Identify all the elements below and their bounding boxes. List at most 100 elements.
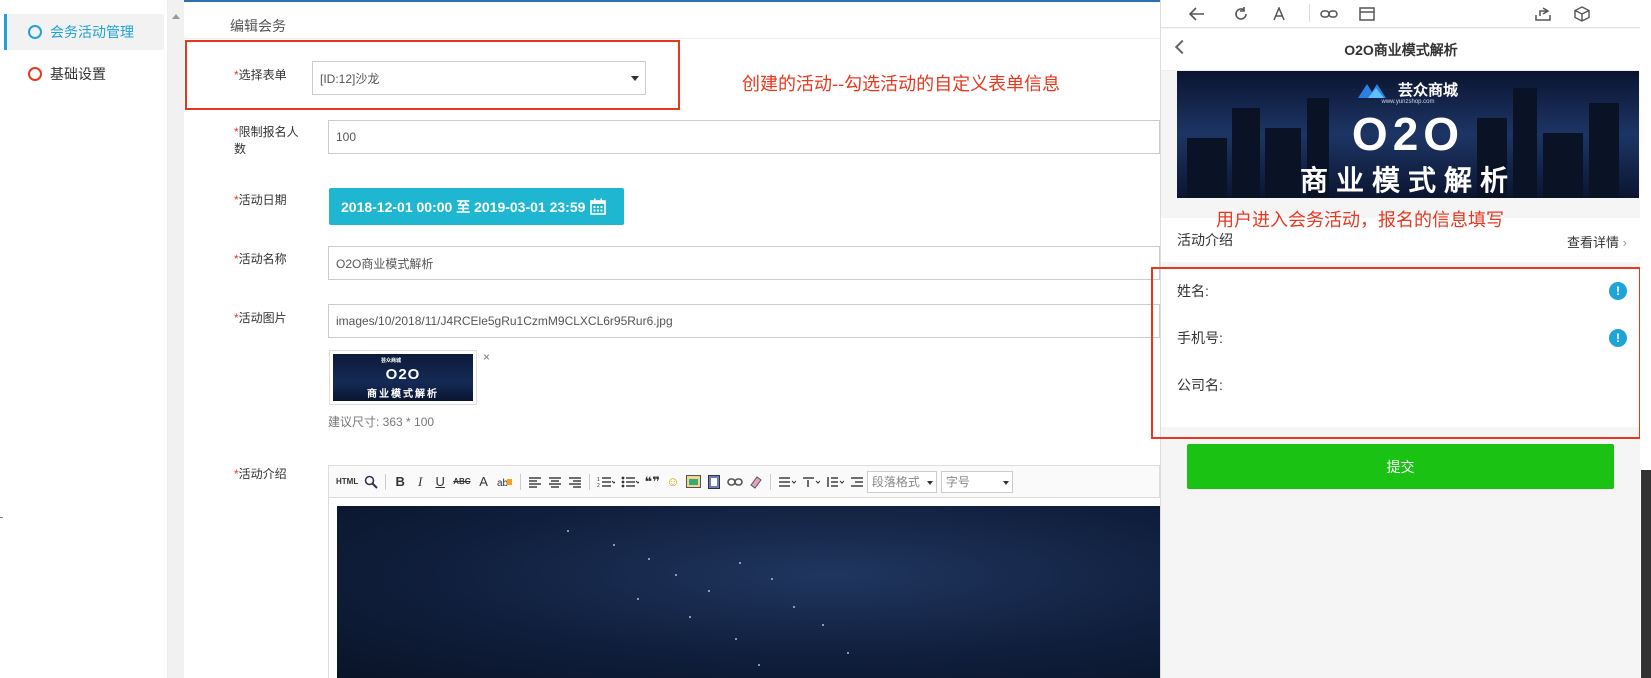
banner-url: www.yunzshop.com xyxy=(1381,99,1435,105)
highlight-box-form-select xyxy=(185,40,680,110)
paragraph-format-select[interactable]: 段落格式 xyxy=(866,470,937,493)
light-dot xyxy=(675,574,677,576)
divider xyxy=(0,517,3,518)
image-size-hint: 建议尺寸: 363 * 100 xyxy=(328,415,435,429)
sidebar-scrollbar[interactable] xyxy=(168,0,184,678)
calendar-icon xyxy=(590,198,607,215)
share-icon[interactable] xyxy=(1531,2,1555,26)
bold-button[interactable]: B xyxy=(390,472,410,492)
thumb-logo-text: 芸众商城 xyxy=(381,358,402,364)
italic-button[interactable]: I xyxy=(410,472,430,492)
align-right-icon[interactable] xyxy=(565,472,585,492)
divider xyxy=(519,473,521,490)
divider xyxy=(184,38,1160,39)
row-spacing-bottom-icon[interactable] xyxy=(799,472,823,492)
divider xyxy=(385,473,387,490)
sidebar-item-meeting-management[interactable]: 会务活动管理 xyxy=(4,14,164,50)
preview-icon[interactable] xyxy=(361,472,381,492)
limit-label: *限制报名人数 xyxy=(234,125,299,156)
preview-toolbar xyxy=(1161,0,1641,28)
circle-icon xyxy=(28,25,42,39)
underline-button[interactable]: U xyxy=(430,472,450,492)
date-label: *活动日期 xyxy=(234,193,287,207)
light-dot xyxy=(689,616,691,618)
circle-icon xyxy=(28,67,42,81)
light-dot xyxy=(758,664,760,666)
light-dot xyxy=(648,558,650,560)
sidebar: 会务活动管理 基础设置 xyxy=(0,0,168,678)
eraser-icon[interactable] xyxy=(746,472,766,492)
video-icon[interactable] xyxy=(704,472,724,492)
svg-text:2: 2 xyxy=(597,483,600,488)
window-icon[interactable] xyxy=(1355,2,1379,26)
light-dot xyxy=(735,638,737,640)
image-label: *活动图片 xyxy=(234,311,287,325)
event-banner: 芸众商城 www.yunzshop.com O2O 商业模式解析 xyxy=(1177,71,1639,198)
limit-input[interactable]: 100 xyxy=(328,120,1160,154)
link-icon[interactable] xyxy=(724,472,746,492)
svg-text:ab: ab xyxy=(497,478,509,488)
page-title: 编辑会务 xyxy=(230,18,286,34)
scroll-up-icon[interactable] xyxy=(172,14,180,19)
image-thumbnail: 芸众商城 O2O 商业模式解析 xyxy=(329,350,477,405)
image-icon[interactable] xyxy=(683,472,704,492)
strikethrough-button[interactable]: ABC xyxy=(450,472,473,492)
light-dot xyxy=(613,544,615,546)
submit-button[interactable]: 提交 xyxy=(1187,444,1614,489)
align-left-icon[interactable] xyxy=(525,472,545,492)
divider xyxy=(588,473,590,490)
sidebar-item-basic-settings[interactable]: 基础设置 xyxy=(4,56,164,92)
cube-icon[interactable] xyxy=(1570,2,1594,26)
logo-mark-icon xyxy=(1357,83,1386,98)
refresh-icon[interactable] xyxy=(1229,2,1253,26)
annotation-right: 用户进入会务活动，报名的信息填写 xyxy=(1216,210,1504,231)
blockquote-button[interactable]: ❝❞ xyxy=(642,472,663,492)
light-dot xyxy=(822,624,824,626)
light-dot xyxy=(771,578,773,580)
sidebar-item-label: 会务活动管理 xyxy=(50,24,134,40)
date-range-button[interactable]: 2018-12-01 00:00 至 2019-03-01 23:59 xyxy=(329,188,624,225)
preview-title: O2O商业模式解析 xyxy=(1161,29,1641,71)
indent-icon[interactable] xyxy=(847,472,867,492)
annotation-left: 创建的活动--勾选活动的自定义表单信息 xyxy=(742,74,1061,95)
image-path-input[interactable]: images/10/2018/11/J4RCEle5gRu1CzmM9CLXCL… xyxy=(328,304,1160,338)
caret-down-icon xyxy=(1002,480,1009,485)
divider xyxy=(769,473,771,490)
highlight-icon[interactable]: ab xyxy=(494,472,516,492)
date-range-value: 2018-12-01 00:00 至 2019-03-01 23:59 xyxy=(341,198,586,215)
light-dot xyxy=(567,530,569,532)
sidebar-item-label: 基础设置 xyxy=(50,66,106,82)
divider xyxy=(1309,4,1310,22)
name-input[interactable]: O2O商业模式解析 xyxy=(328,246,1160,280)
chevron-right-icon: › xyxy=(1622,235,1627,250)
line-height-icon[interactable] xyxy=(823,472,847,492)
light-dot xyxy=(847,652,849,654)
caret-down-icon xyxy=(926,480,933,485)
font-size-icon[interactable] xyxy=(1267,2,1291,26)
back-arrow-icon[interactable] xyxy=(1185,2,1209,26)
align-center-icon[interactable] xyxy=(545,472,565,492)
row-spacing-top-icon[interactable] xyxy=(775,472,799,492)
link-icon[interactable] xyxy=(1317,2,1341,26)
editor-toolbar: HTML B I U ABC A ab 12 ❝❞ ☺ 段落格式 字号 xyxy=(328,465,1160,498)
ordered-list-icon[interactable]: 12 xyxy=(594,472,618,492)
emoji-button[interactable]: ☺ xyxy=(663,472,683,492)
intro-label: 活动介绍 xyxy=(1177,232,1233,248)
font-size-select[interactable]: 字号 xyxy=(940,470,1013,493)
banner-logo: 芸众商城 xyxy=(1177,79,1639,100)
light-dot xyxy=(793,606,795,608)
banner-title: O2O xyxy=(1351,108,1465,160)
highlight-box-signup-form xyxy=(1151,267,1641,439)
font-color-button[interactable]: A xyxy=(474,472,494,492)
remove-image-icon[interactable]: × xyxy=(483,350,490,364)
scrollbar-track[interactable] xyxy=(1641,470,1651,678)
unordered-list-icon[interactable] xyxy=(618,472,642,492)
rich-text-editor[interactable] xyxy=(328,498,1161,678)
intro-label: *活动介绍 xyxy=(234,467,287,481)
view-details-link[interactable]: 查看详情 › xyxy=(1567,232,1627,251)
light-dot xyxy=(739,562,741,564)
html-source-button[interactable]: HTML xyxy=(333,472,361,492)
banner-subtitle: 商业模式解析 xyxy=(1299,165,1516,196)
light-dot xyxy=(708,590,710,592)
light-dot xyxy=(637,598,639,600)
